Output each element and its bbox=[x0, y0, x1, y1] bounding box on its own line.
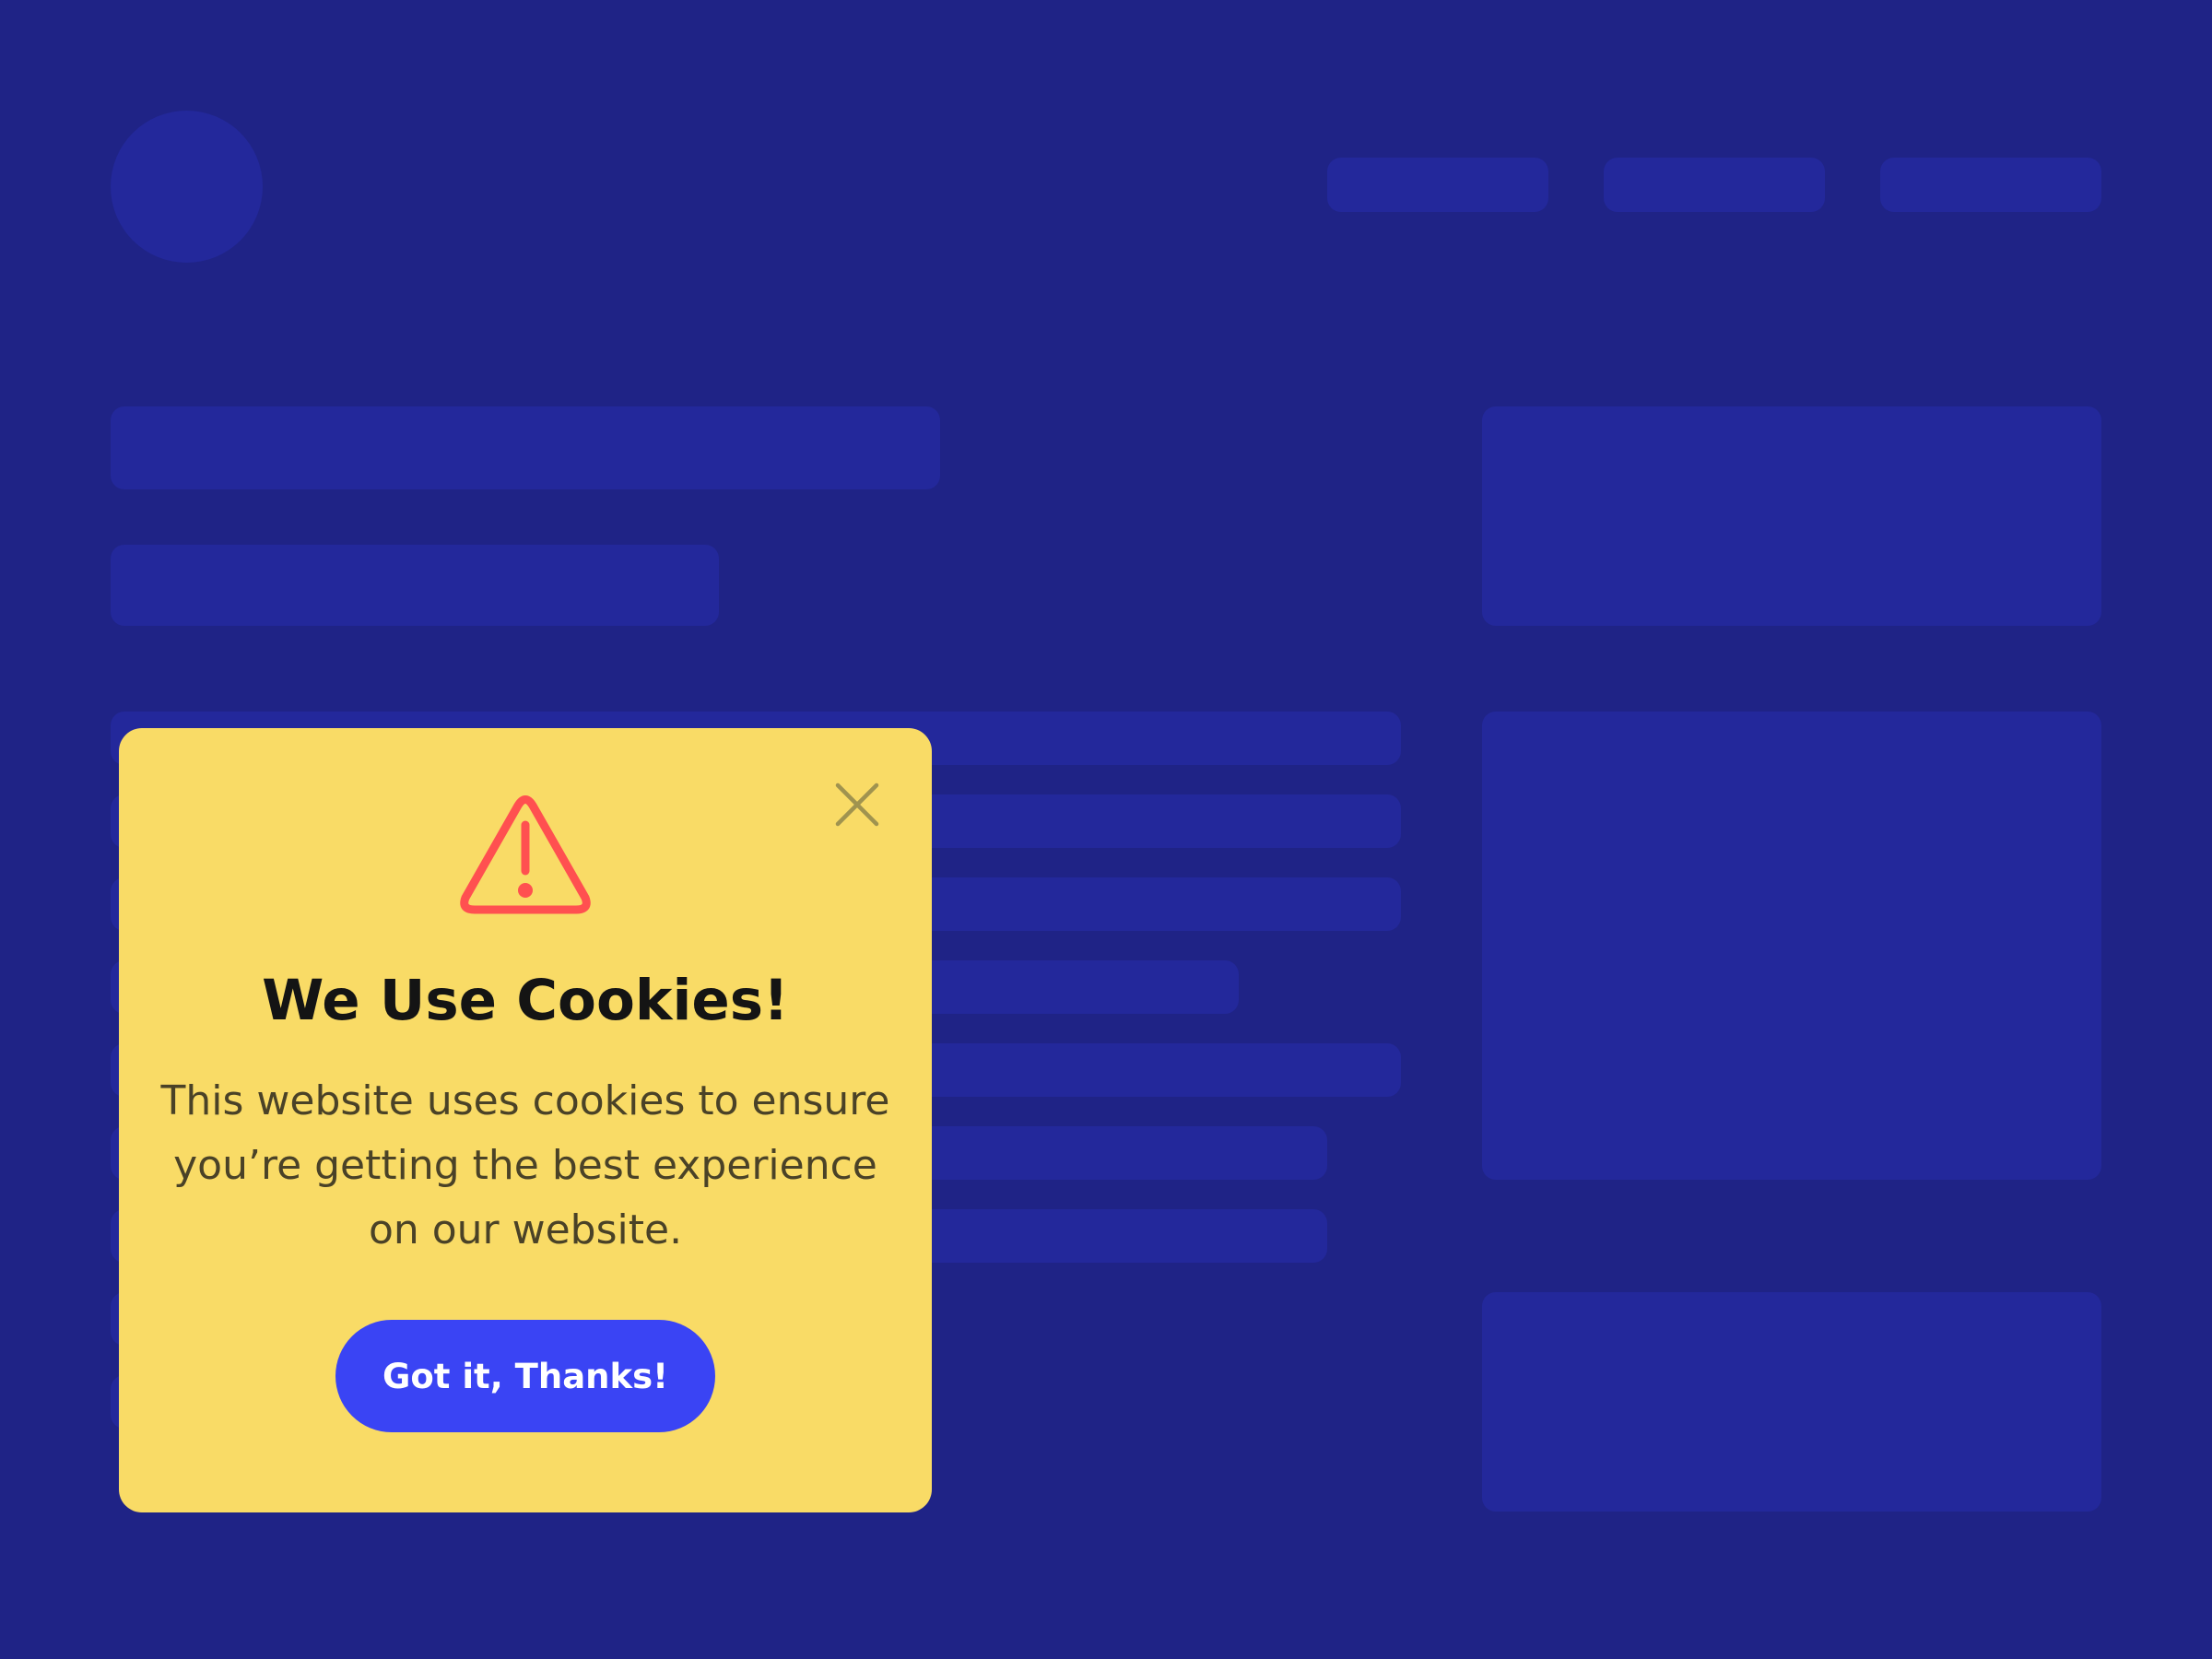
warning-triangle-icon bbox=[460, 795, 591, 914]
sidebar-card-placeholder bbox=[1482, 1292, 2101, 1512]
nav-item-placeholder bbox=[1880, 158, 2101, 212]
nav-item-placeholder bbox=[1327, 158, 1548, 212]
sidebar-card-placeholder bbox=[1482, 712, 2101, 1180]
subheading-placeholder bbox=[111, 545, 719, 626]
heading-placeholder bbox=[111, 406, 940, 489]
close-button[interactable] bbox=[830, 777, 885, 832]
accept-cookies-button[interactable]: Got it, Thanks! bbox=[335, 1320, 715, 1432]
nav-item-placeholder bbox=[1604, 158, 1825, 212]
cookie-popup-message: This website uses cookies to ensure you’… bbox=[160, 1077, 890, 1253]
sidebar-card-placeholder bbox=[1482, 406, 2101, 626]
logo-placeholder bbox=[111, 111, 263, 263]
close-icon bbox=[835, 782, 879, 827]
cookie-popup-title: We Use Cookies! bbox=[262, 968, 789, 1033]
